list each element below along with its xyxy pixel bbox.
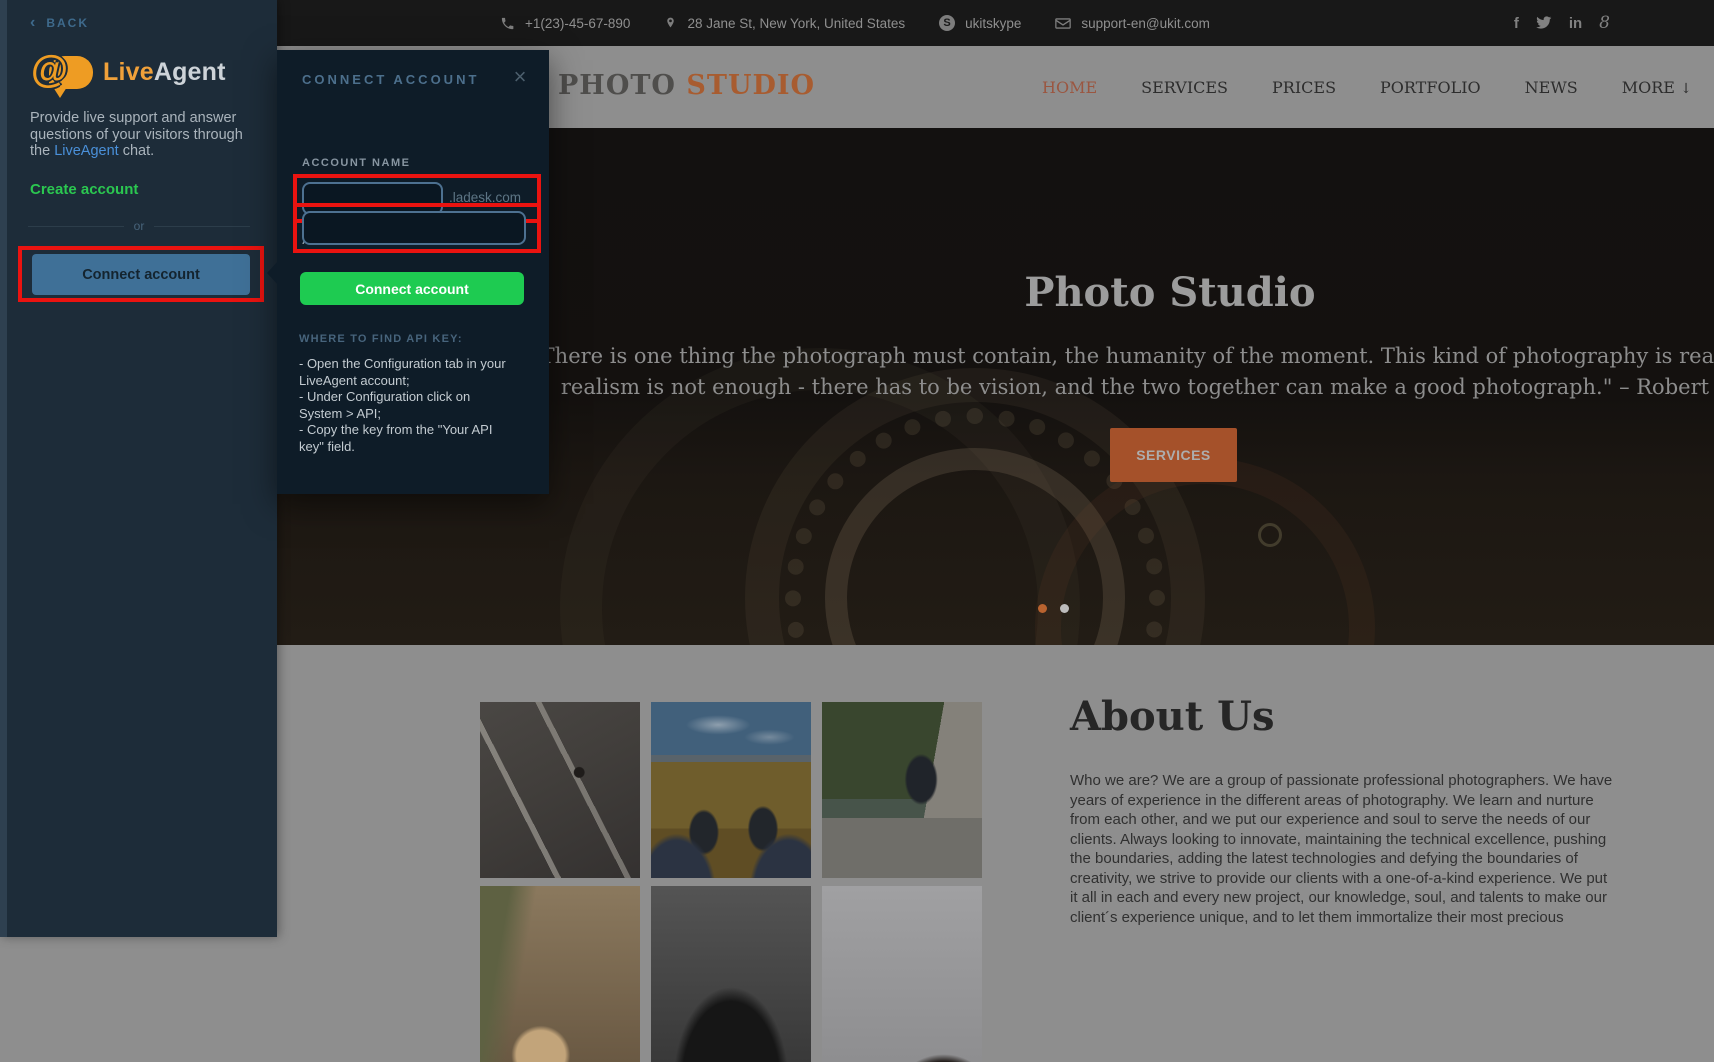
- back-button[interactable]: ‹ BACK: [30, 16, 89, 30]
- or-label: or: [134, 219, 145, 233]
- address-text: 28 Jane St, New York, United States: [687, 16, 905, 31]
- carousel-dot[interactable]: [1060, 604, 1069, 613]
- liveagent-link[interactable]: LiveAgent: [54, 143, 119, 159]
- liveagent-logo-text: LiveAgent: [103, 58, 226, 87]
- site-logo: PHOTO STUDIO: [558, 70, 815, 101]
- gallery-photo-portrait-light[interactable]: [822, 886, 982, 1062]
- popup-connect-account-button[interactable]: Connect account: [300, 272, 524, 305]
- skype-name: ukitskype: [965, 16, 1021, 31]
- email-text: support-en@ukit.com: [1081, 16, 1210, 31]
- connect-account-button[interactable]: Connect account: [32, 254, 250, 295]
- about-title: About Us: [1070, 693, 1275, 740]
- carousel-dot-active[interactable]: [1038, 604, 1047, 613]
- popup-pointer-arrow: [267, 260, 279, 286]
- site-logo-photo: PHOTO: [558, 70, 676, 101]
- contact-row: +1(23)-45-67-890 28 Jane St, New York, U…: [500, 0, 1210, 46]
- liveagent-sidebar: ‹ BACK @ LiveAgent Provide live support …: [0, 0, 277, 937]
- address-contact: 28 Jane St, New York, United States: [664, 15, 905, 31]
- social-links: f in 8: [1514, 0, 1610, 46]
- chevron-down-icon: ↓: [1680, 81, 1692, 97]
- linkedin-icon[interactable]: in: [1569, 15, 1582, 32]
- skype-contact: S ukitskype: [939, 15, 1021, 31]
- help-instructions: - Open the Configuration tab in your Liv…: [299, 356, 507, 455]
- help-step: - Under Configuration click on System > …: [299, 389, 507, 422]
- phone-number: +1(23)-45-67-890: [525, 16, 630, 31]
- nav-services[interactable]: SERVICES: [1141, 78, 1228, 97]
- help-step: - Open the Configuration tab in your Liv…: [299, 356, 507, 389]
- sidebar-edge-strip: [0, 0, 7, 937]
- skype-icon: S: [939, 15, 955, 31]
- nav-portfolio[interactable]: PORTFOLIO: [1380, 78, 1481, 97]
- nav-prices[interactable]: PRICES: [1272, 78, 1336, 97]
- gallery-photo-portrait-warm[interactable]: [480, 886, 640, 1062]
- facebook-icon[interactable]: f: [1514, 15, 1519, 32]
- help-step: - Copy the key from the "Your API key" f…: [299, 422, 507, 455]
- help-title: WHERE TO FIND API KEY:: [299, 333, 463, 345]
- email-contact: support-en@ukit.com: [1055, 16, 1210, 31]
- api-key-input[interactable]: [302, 211, 526, 245]
- twitter-icon[interactable]: [1536, 16, 1552, 30]
- nav-home[interactable]: HOME: [1042, 78, 1097, 97]
- sidebar-description: Provide live support and answer question…: [30, 110, 248, 160]
- gallery-photo-park[interactable]: [822, 702, 982, 878]
- create-account-link[interactable]: Create account: [30, 181, 138, 198]
- services-button[interactable]: SERVICES: [1110, 428, 1237, 482]
- about-body: Who we are? We are a group of passionate…: [1070, 771, 1614, 927]
- hero-quote-line2: realism is not enough - there has to be …: [561, 375, 1714, 399]
- at-sign-icon: @: [31, 49, 68, 92]
- or-divider: or: [28, 219, 250, 233]
- site-nav: HOME SERVICES PRICES PORTFOLIO NEWS MORE…: [1042, 46, 1692, 128]
- close-icon[interactable]: ×: [507, 64, 533, 90]
- chevron-left-icon: ‹: [30, 17, 37, 29]
- nav-more[interactable]: MORE ↓: [1622, 78, 1692, 97]
- back-label: BACK: [46, 16, 89, 30]
- connect-account-popup: CONNECT ACCOUNT × ACCOUNT NAME .ladesk.c…: [277, 50, 549, 494]
- google-icon[interactable]: 8: [1599, 13, 1610, 33]
- phone-icon: [500, 16, 515, 31]
- popup-title: CONNECT ACCOUNT: [302, 72, 479, 87]
- nav-news[interactable]: NEWS: [1525, 78, 1578, 97]
- hero-title: Photo Studio: [1024, 269, 1315, 316]
- gallery-photo-field[interactable]: [651, 702, 811, 878]
- location-pin-icon: [664, 15, 677, 31]
- camera-screw-decor: [1258, 523, 1282, 547]
- gallery-photo-portrait-dark[interactable]: [651, 886, 811, 1062]
- phone-contact: +1(23)-45-67-890: [500, 16, 630, 31]
- gallery-photo-road[interactable]: [480, 702, 640, 878]
- envelope-icon: [1055, 17, 1071, 30]
- site-logo-studio: STUDIO: [686, 70, 815, 101]
- hero-quote-line1: "There is one thing the photograph must …: [531, 344, 1714, 368]
- account-name-label: ACCOUNT NAME: [302, 157, 410, 169]
